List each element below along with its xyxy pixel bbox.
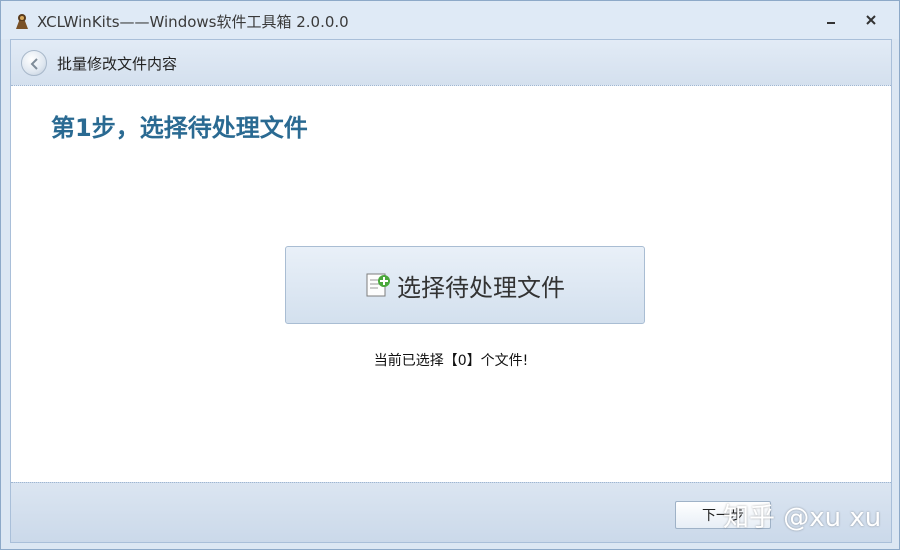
window-title: XCLWinKits——Windows软件工具箱 2.0.0.0 bbox=[37, 13, 349, 31]
next-step-button[interactable]: 下一步 bbox=[675, 501, 771, 529]
close-icon bbox=[866, 15, 876, 25]
back-button[interactable] bbox=[21, 50, 47, 76]
minimize-icon bbox=[827, 22, 835, 24]
main-content: 第1步，选择待处理文件 选择待处理文件 当前已选择【0】个文件! bbox=[11, 86, 891, 482]
add-file-icon bbox=[365, 271, 391, 299]
close-button[interactable] bbox=[861, 11, 881, 29]
client-area: 批量修改文件内容 第1步，选择待处理文件 选择待处理文件 当前已选择【0】个文件… bbox=[10, 39, 892, 543]
step-heading: 第1步，选择待处理文件 bbox=[51, 108, 308, 143]
selection-status: 当前已选择【0】个文件! bbox=[373, 353, 529, 369]
app-logo-icon bbox=[13, 12, 31, 30]
step-suffix: 步，选择待处理文件 bbox=[91, 113, 308, 142]
page-title: 批量修改文件内容 bbox=[57, 55, 178, 73]
minimize-button[interactable] bbox=[821, 11, 841, 29]
title-bar: XCLWinKits——Windows软件工具箱 2.0.0.0 bbox=[1, 1, 899, 39]
app-window: XCLWinKits——Windows软件工具箱 2.0.0.0 批量修改文件内… bbox=[0, 0, 900, 550]
select-files-label: 选择待处理文件 bbox=[397, 273, 565, 302]
back-arrow-icon bbox=[30, 58, 38, 70]
step-number: 1 bbox=[75, 114, 92, 142]
header-bar: 批量修改文件内容 bbox=[11, 40, 891, 86]
step-prefix: 第 bbox=[51, 113, 75, 142]
footer-bar: 下一步 bbox=[11, 482, 891, 542]
select-files-button[interactable]: 选择待处理文件 bbox=[285, 246, 645, 324]
